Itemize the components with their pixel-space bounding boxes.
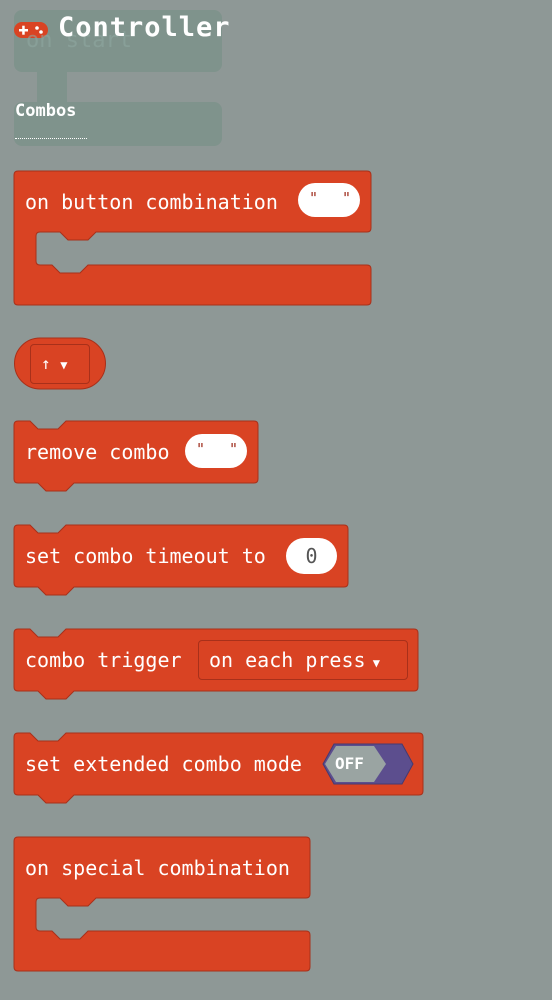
section-divider [15,138,87,139]
remove-combo-label: remove combo [25,440,170,464]
timeout-number-input[interactable]: 0 [286,538,337,574]
ghost-block-mouth [37,72,67,102]
set-extended-combo-mode-label: set extended combo mode [25,752,302,776]
combo-trigger-dropdown[interactable]: on each press ▼ [198,640,408,680]
combination-string-input[interactable]: " " [298,183,360,217]
on-button-combination-label: on button combination [25,190,278,214]
extended-mode-toggle[interactable] [322,743,414,785]
category-title: Controller [58,12,231,43]
combo-trigger-label: combo trigger [25,648,182,672]
arrow-dropdown[interactable]: ↑ ▼ [30,344,90,384]
set-combo-timeout-label: set combo timeout to [25,544,266,568]
section-label: Combos [15,101,77,121]
dropdown-caret-icon: ▼ [365,656,380,670]
on-special-combination-label: on special combination [25,856,290,880]
block-canvas [13,10,424,972]
remove-combo-string-input[interactable]: " " [185,434,247,468]
dropdown-caret-icon: ▼ [60,358,68,372]
